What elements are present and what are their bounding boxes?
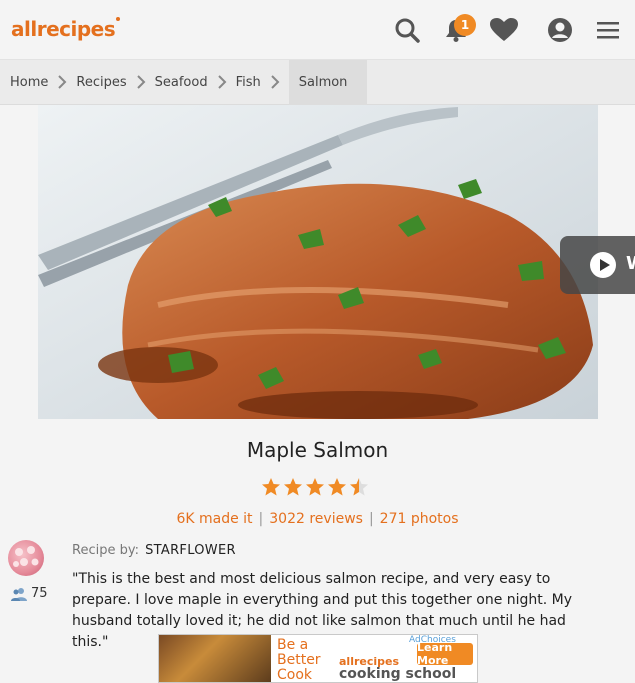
star-rating[interactable]	[261, 477, 369, 499]
breadcrumb: Home Recipes Seafood Fish Salmon	[0, 59, 635, 105]
followers-count[interactable]: 75	[11, 586, 48, 601]
menu-icon[interactable]	[592, 14, 624, 46]
star-icon	[284, 478, 302, 496]
chevron-right-icon	[48, 60, 76, 105]
breadcrumb-fish[interactable]: Fish	[236, 60, 261, 105]
heart-icon[interactable]	[488, 14, 520, 46]
breadcrumb-recipes[interactable]: Recipes	[76, 60, 126, 105]
followers-icon	[11, 587, 27, 601]
breadcrumb-salmon[interactable]: Salmon	[288, 59, 368, 105]
made-it-link[interactable]: 6K made it	[176, 511, 252, 527]
recipe-by: Recipe by: STARFLOWER	[72, 543, 236, 558]
ad-image	[159, 635, 271, 682]
advertisement[interactable]: Be a Better Cook allrecipes cooking scho…	[158, 634, 478, 683]
star-icon	[306, 478, 324, 496]
allrecipes-logo[interactable]: allrecipes	[11, 17, 121, 41]
half-star-icon	[350, 478, 368, 496]
star-icon	[262, 478, 280, 496]
recipe-stats: 6K made it | 3022 reviews | 271 photos	[176, 511, 459, 527]
author-avatar[interactable]	[8, 540, 44, 576]
photos-link[interactable]: 271 photos	[380, 511, 459, 527]
video-label: W	[626, 253, 635, 274]
learn-more-button[interactable]: Learn More	[417, 641, 473, 667]
site-header: allrecipes 1	[0, 0, 635, 60]
chevron-right-icon	[127, 60, 155, 105]
chevron-right-icon	[261, 60, 289, 105]
reviews-link[interactable]: 3022 reviews	[269, 511, 363, 527]
chevron-right-icon	[208, 60, 236, 105]
author-name[interactable]: STARFLOWER	[145, 543, 236, 558]
user-icon[interactable]	[544, 14, 576, 46]
notification-badge: 1	[454, 14, 476, 36]
search-icon[interactable]	[391, 14, 423, 46]
star-icon	[328, 478, 346, 496]
video-button[interactable]: W	[560, 236, 635, 294]
breadcrumb-home[interactable]: Home	[0, 60, 48, 105]
recipe-photo[interactable]	[38, 105, 598, 419]
recipe-title: Maple Salmon	[246, 438, 389, 462]
breadcrumb-seafood[interactable]: Seafood	[155, 60, 208, 105]
adchoices-link[interactable]: AdChoices	[409, 635, 456, 645]
ad-cooking-school: cooking school	[339, 666, 457, 682]
